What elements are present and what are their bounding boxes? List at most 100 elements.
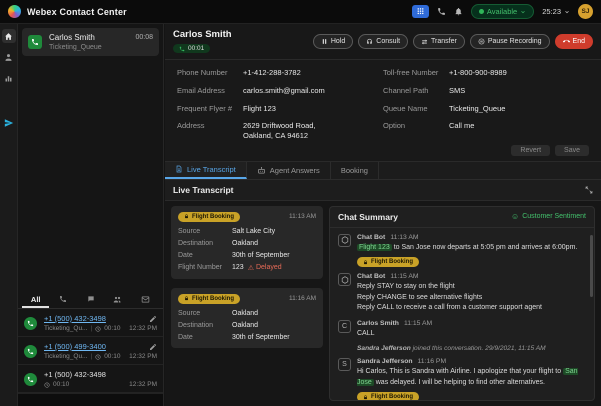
filter-tab-calls[interactable] — [49, 292, 76, 308]
flight-booking-card[interactable]: Flight Booking 11:16 AM Source Oakland De… — [171, 287, 323, 348]
highlighted-entity: Flight 123 — [357, 243, 392, 251]
card-timestamp: 11:13 AM — [289, 213, 316, 221]
nav-home-item[interactable] — [1, 29, 16, 43]
field-label: Phone Number — [177, 68, 228, 77]
customer-details-section: Phone Number +1-412-288-3782 Email Addres… — [165, 60, 601, 162]
hexagon-icon — [341, 236, 349, 244]
call-queue: Ticketing_Qu... — [44, 353, 88, 360]
nav-assistant-item[interactable] — [2, 116, 16, 130]
call-icon — [24, 316, 37, 330]
consult-button[interactable]: Consult — [358, 34, 409, 49]
call-time: 12:32 PM — [129, 325, 157, 332]
message-line: Reply CALL to receive a call from a cust… — [357, 304, 542, 312]
call-history-item[interactable]: +1 (500) 499-3400 Ticketing_Qu... | 00:1… — [18, 337, 163, 365]
active-call-card[interactable]: Carlos Smith 00:08 Ticketing_Queue — [22, 28, 159, 56]
live-transcript-panel-header: Live Transcript — [165, 179, 601, 201]
flight-booking-badge[interactable]: Flight Booking — [357, 257, 419, 268]
call-icon — [28, 35, 42, 49]
row-value: Oakland — [232, 239, 259, 247]
separator: | — [90, 353, 93, 360]
expand-icon[interactable] — [585, 186, 593, 194]
status-dot — [478, 9, 484, 14]
customer-avatar: C — [338, 319, 351, 333]
row-label: Destination — [178, 239, 214, 247]
scrollbar[interactable] — [590, 234, 593, 297]
delayed-status: ⚠ Delayed — [248, 264, 282, 272]
filter-tab-teams[interactable] — [104, 292, 131, 308]
lock-icon — [184, 296, 189, 301]
end-label: End — [572, 38, 585, 45]
customer-sentiment: ☺ Customer Sentiment — [511, 212, 586, 221]
flight-booking-card[interactable]: Flight Booking 11:13 AM Source Salt Lake … — [171, 205, 323, 279]
phone-number-link[interactable]: +1 (500) 499-3400 — [44, 342, 144, 351]
call-duration: 00:01 — [188, 45, 205, 52]
tab-booking[interactable]: Booking — [331, 161, 379, 179]
call-icon — [24, 344, 37, 358]
row-value: 30th of September — [232, 251, 290, 259]
call-meta: Ticketing_Qu... | 00:10 12:32 PM — [44, 353, 157, 360]
chat-summary-panel: Chat Summary ☺ Customer Sentiment Chat B… — [329, 205, 595, 401]
message-author: Chat Bot — [357, 273, 386, 281]
chevron-down-icon — [564, 9, 570, 15]
edit-icon[interactable] — [149, 315, 157, 323]
flight-booking-badge[interactable]: Flight Booking — [357, 392, 419, 400]
call-duration: 00:10 — [104, 353, 121, 360]
field-label: Frequent Flyer # — [177, 103, 233, 113]
profile-avatar[interactable]: SJ — [578, 4, 593, 19]
pause-recording-button[interactable]: Pause Recording — [469, 34, 550, 49]
active-call-duration: 00:08 — [135, 34, 153, 41]
filter-tab-chats[interactable] — [77, 292, 104, 308]
history-filter-tabs: All — [18, 292, 163, 309]
nav-analytics-item[interactable] — [2, 71, 16, 85]
row-value: 30th of September — [232, 333, 290, 341]
flight-booking-badge: Flight Booking — [178, 211, 240, 222]
agent-status-dropdown[interactable]: Available — [470, 4, 535, 19]
dialpad-icon — [416, 7, 425, 16]
revert-button[interactable]: Revert — [511, 144, 551, 156]
edit-icon[interactable] — [149, 343, 157, 351]
row-label: Date — [178, 333, 193, 341]
bell-icon[interactable] — [454, 7, 463, 16]
phone-number-text: +1 (500) 432-3498 — [44, 370, 106, 379]
hold-button[interactable]: Hold — [312, 34, 354, 49]
status-label: Delayed — [255, 264, 282, 272]
clock-icon — [95, 325, 101, 332]
phone-number-link[interactable]: +1 (500) 432-3498 — [44, 314, 144, 323]
chat-message: Chat Bot 11:15 AM Reply STAY to stay on t… — [338, 273, 584, 314]
save-button[interactable]: Save — [555, 144, 589, 156]
warning-icon: ⚠ — [247, 264, 254, 272]
filter-tab-all[interactable]: All — [22, 292, 50, 308]
message-text: Flight 123 to San Jose now departs at 5:… — [357, 243, 578, 251]
transfer-button[interactable]: Transfer — [413, 34, 465, 49]
call-queue: Ticketing_Qu... — [44, 325, 88, 332]
tab-agent-answers[interactable]: Agent Answers — [247, 161, 331, 179]
tab-live-transcript[interactable]: Live Transcript — [165, 161, 247, 179]
dialpad-button[interactable] — [411, 5, 429, 18]
filter-tab-email[interactable] — [132, 292, 159, 308]
badge-label: Flight Booking — [192, 295, 234, 302]
field-value: SMS — [449, 85, 466, 95]
robot-icon — [257, 166, 266, 175]
active-call-name: Carlos Smith — [49, 33, 95, 42]
card-timestamp: 11:16 AM — [289, 295, 316, 303]
field-value: +1-412-288-3782 — [243, 68, 301, 77]
field-label: Email Address — [177, 85, 225, 95]
call-duration: 00:10 — [104, 325, 121, 332]
task-list-panel: Carlos Smith 00:08 Ticketing_Queue All +… — [18, 24, 164, 406]
message-line: Reply STAY to stay on the flight — [357, 283, 455, 291]
webex-logo-icon — [8, 5, 21, 18]
session-timer-dropdown[interactable]: 25:23 — [542, 7, 570, 16]
row-value: 123 — [232, 264, 244, 272]
field-label: Toll-free Number — [383, 68, 439, 77]
chat-summary-header: Chat Summary ☺ Customer Sentiment — [330, 207, 594, 228]
row-label: Date — [178, 251, 193, 259]
nav-agent-item[interactable] — [2, 50, 16, 64]
end-call-button[interactable]: End — [554, 34, 593, 49]
chat-message: C Carlos Smith 11:15 AM CALL — [338, 319, 584, 340]
phone-icon[interactable] — [437, 7, 446, 16]
call-history-item[interactable]: +1 (500) 432-3498 00:10 12:32 PM — [18, 365, 163, 393]
message-text: CALL — [357, 329, 375, 337]
call-duration: 00:10 — [53, 381, 70, 388]
call-history-item[interactable]: +1 (500) 432-3498 Ticketing_Qu... | 00:1… — [18, 309, 163, 337]
call-time: 12:32 PM — [129, 381, 157, 388]
